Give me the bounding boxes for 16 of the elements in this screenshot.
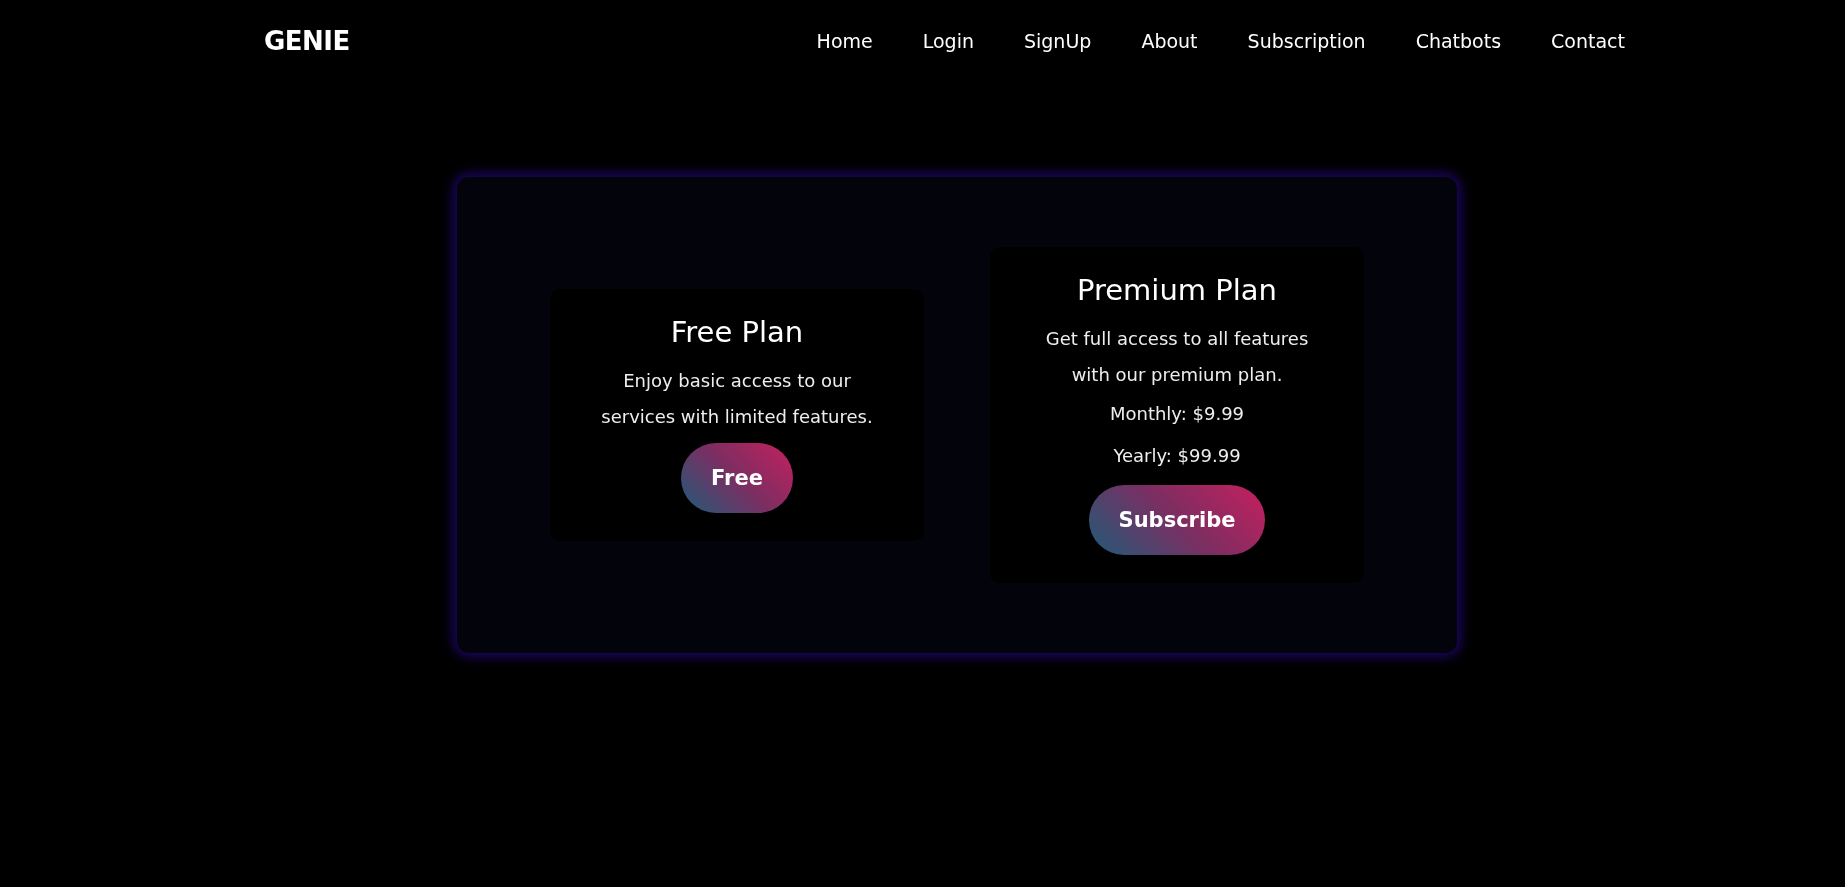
plan-title: Premium Plan	[1077, 273, 1277, 307]
plan-price: Monthly: $9.99	[1109, 402, 1245, 426]
nav-link[interactable]: Subscription	[1247, 30, 1366, 52]
nav-link[interactable]: SignUp	[1023, 30, 1092, 52]
plan-description: Get full access to all features with our premium plan.	[1044, 327, 1310, 387]
plan-title: Free Plan	[670, 315, 804, 349]
nav-link[interactable]: About	[1141, 30, 1198, 52]
nav-link[interactable]: Login	[922, 30, 974, 52]
nav-link[interactable]: Home	[816, 30, 873, 52]
plan-button[interactable]: Free	[681, 443, 793, 513]
plan-price: Yearly: $99.99	[1113, 444, 1241, 468]
plan-description: Enjoy basic access to our services with limited features.	[600, 369, 874, 429]
nav-link[interactable]: Chatbots	[1415, 30, 1502, 52]
nav-link[interactable]: Contact	[1551, 30, 1625, 52]
plan-button[interactable]: Subscribe	[1088, 485, 1266, 555]
logo[interactable]: GENIE	[264, 26, 350, 56]
